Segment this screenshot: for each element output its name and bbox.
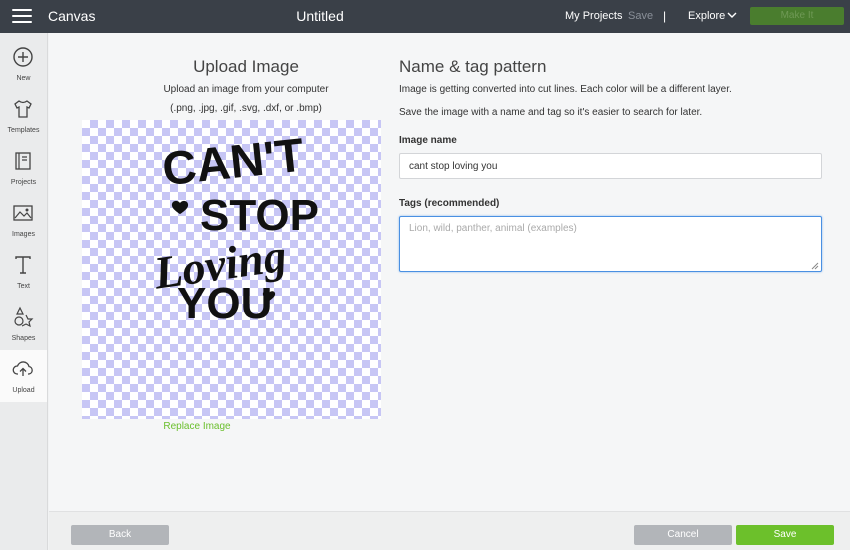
shapes-icon [14,306,34,328]
form-hint: Save the image with a name and tag so it… [399,107,703,118]
book-icon [15,152,31,170]
form-description: Image is getting converted into cut line… [399,84,732,95]
image-preview: CAN'T STOP Loving YOU [82,120,381,419]
tags-input[interactable] [399,216,822,272]
tshirt-icon [14,100,32,118]
sidebar-item-images[interactable]: Images [0,194,47,246]
save-button[interactable]: Save [736,525,834,545]
footer-bar: Back Cancel Save [49,511,850,550]
sidebar-item-label: New [16,75,31,82]
tags-label: Tags (recommended) [399,198,500,209]
sidebar-item-upload[interactable]: Upload [0,350,47,402]
explore-link[interactable]: Explore [688,10,725,22]
sidebar-item-label: Text [17,283,30,290]
sidebar-item-label: Shapes [11,335,36,342]
cancel-button[interactable]: Cancel [634,525,732,545]
form-title: Name & tag pattern [399,57,547,76]
make-it-button[interactable]: Make It [750,7,844,25]
upload-formats: (.png, .jpg, .gif, .svg, .dxf, or .bmp) [170,103,322,114]
artwork-line: CAN'T [160,128,307,196]
plus-circle-icon [13,47,33,67]
artwork-line: YOU [177,279,272,328]
topbar-divider: | [663,9,667,23]
upload-panel: Upload Image Upload an image from your c… [49,33,850,511]
sidebar-item-label: Images [12,231,35,238]
sidebar-item-projects[interactable]: Projects [0,142,47,194]
heart-icon [171,200,189,214]
left-sidebar: New Templates Projects Images Text Shape… [0,33,48,550]
sidebar-item-templates[interactable]: Templates [0,90,47,142]
upload-title: Upload Image [193,57,299,76]
sidebar-item-new[interactable]: New [0,38,47,90]
image-name-label: Image name [399,135,457,146]
my-projects-link[interactable]: My Projects [565,10,622,22]
image-name-input[interactable] [399,153,822,179]
text-t-icon [15,256,31,274]
artwork-image: CAN'T STOP Loving YOU [150,128,319,328]
save-link[interactable]: Save [628,10,653,22]
replace-image-link[interactable]: Replace Image [132,421,262,432]
sidebar-item-text[interactable]: Text [0,246,47,298]
document-title[interactable]: Untitled [0,8,640,24]
chevron-down-icon[interactable] [726,9,738,21]
sidebar-item-label: Templates [7,127,40,134]
sidebar-item-label: Upload [12,387,35,394]
cloud-upload-icon [12,361,33,376]
resize-grip-icon[interactable] [811,262,819,270]
sidebar-item-label: Projects [10,179,37,186]
back-button[interactable]: Back [71,525,169,545]
top-bar: Canvas Untitled My Projects Save | Explo… [0,0,850,33]
sidebar-item-shapes[interactable]: Shapes [0,298,47,350]
upload-description: Upload an image from your computer [163,84,329,95]
image-icon [13,205,33,221]
